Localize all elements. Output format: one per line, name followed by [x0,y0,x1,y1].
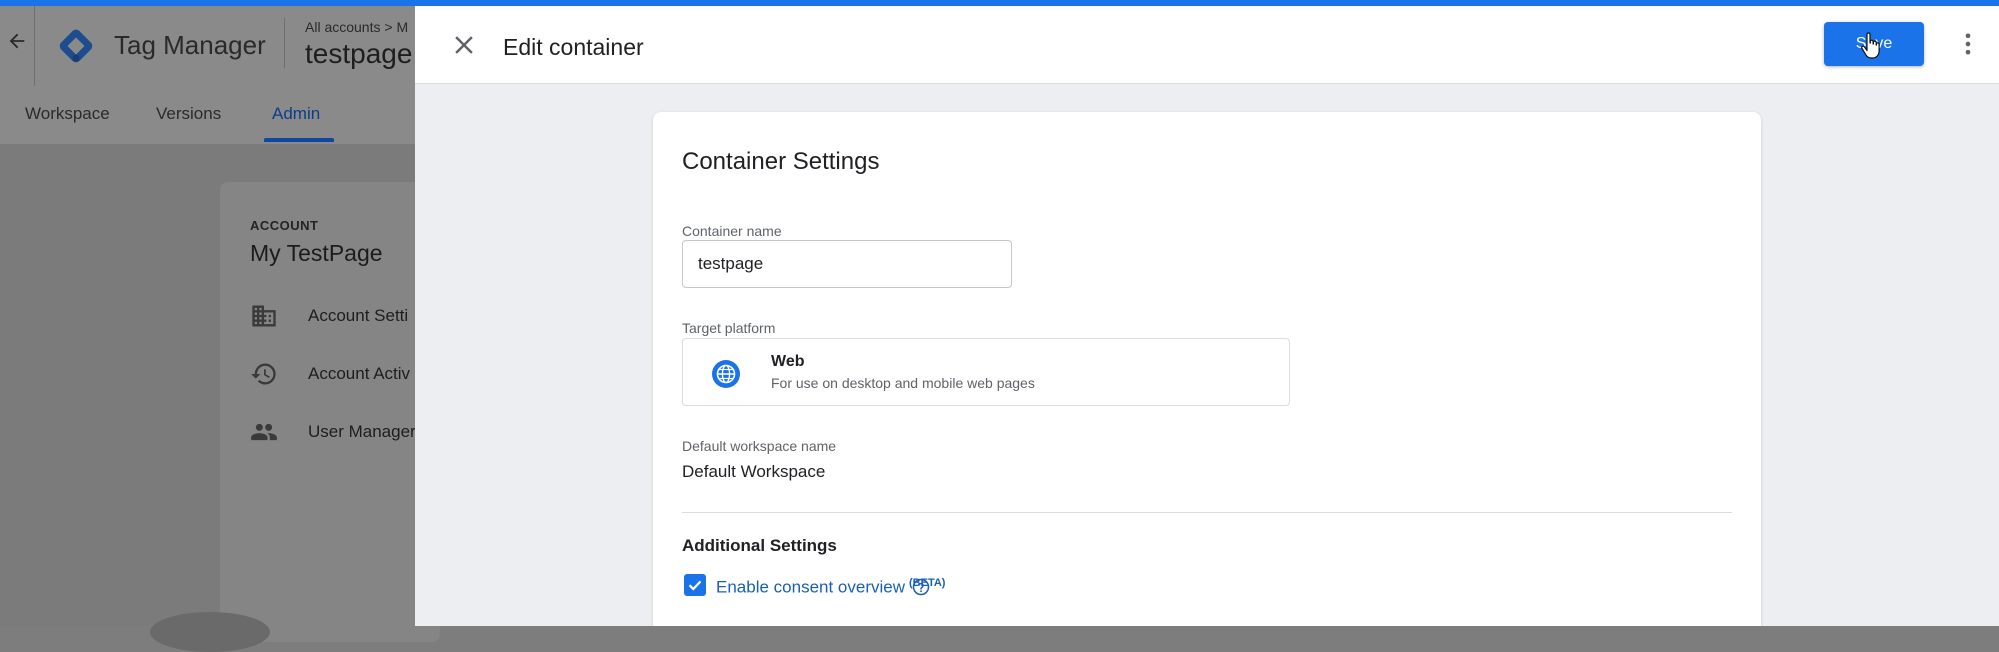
building-icon [252,305,276,327]
workspace-name-value: Default Workspace [682,462,826,481]
globe-icon [712,360,740,388]
close-icon[interactable] [449,30,479,60]
container-name-label: Container name [682,223,782,239]
platform-name: Web [771,353,805,370]
section-divider [682,512,1732,513]
tab-versions[interactable]: Versions [156,104,221,124]
people-icon [251,423,277,441]
tag-manager-logo-icon [59,29,93,63]
workspace-name-label: Default workspace name [682,438,837,454]
account-activity-label: Account Activ [308,364,411,383]
container-settings-card: Container Settings Container name Target… [653,112,1761,626]
target-platform-label: Target platform [682,320,776,336]
account-section-label: ACCOUNT [250,218,319,233]
platform-description: For use on desktop and mobile web pages [771,375,1035,391]
more-vert-icon[interactable] [1954,30,1982,58]
container-settings-title: Container Settings [682,148,880,175]
target-platform-option[interactable]: Web For use on desktop and mobile web pa… [682,338,1290,406]
app-title: Tag Manager [114,30,266,60]
checkmark-icon [688,580,702,591]
active-tab-indicator [264,138,334,142]
help-icon[interactable] [912,578,930,596]
container-name-header[interactable]: testpage [305,38,412,70]
header-divider-2 [284,18,285,68]
account-name: My TestPage [250,240,383,266]
tab-admin[interactable]: Admin [272,104,320,124]
back-arrow-icon[interactable] [6,30,28,52]
additional-settings-title: Additional Settings [682,536,837,555]
edit-container-panel: Edit container Save Container Settings C… [415,6,1999,626]
tab-workspace[interactable]: Workspace [25,104,110,124]
user-management-label: User Manager [308,422,416,441]
save-button[interactable]: Save [1824,22,1924,66]
history-icon [251,363,276,385]
container-name-input[interactable] [682,240,1012,288]
panel-header: Edit container Save [415,6,1999,84]
background-decoration [150,612,270,652]
consent-overview-checkbox[interactable] [684,574,706,596]
account-settings-label: Account Setti [308,306,409,325]
header-divider [34,6,35,86]
consent-overview-label: Enable consent overview [716,577,906,597]
breadcrumb[interactable]: All accounts > M [305,19,408,35]
panel-title: Edit container [503,34,644,60]
